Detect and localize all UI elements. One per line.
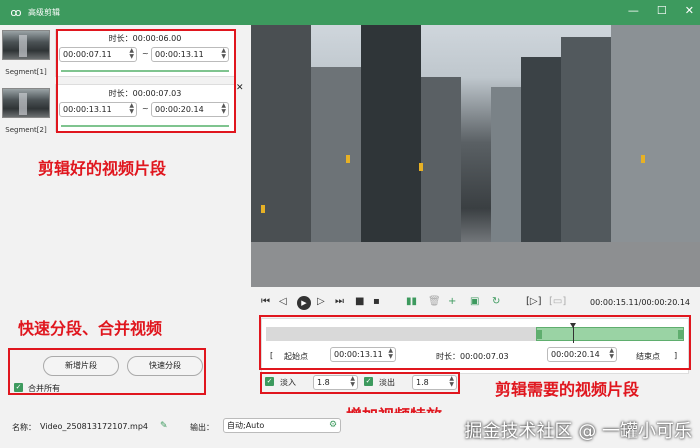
split-icon[interactable]: ▮▮: [406, 296, 417, 307]
play-icon[interactable]: ▶: [297, 296, 311, 310]
close-button[interactable]: ✕: [685, 4, 694, 17]
step-forward-icon[interactable]: ▷: [317, 296, 325, 307]
refresh-icon[interactable]: ↻: [492, 296, 500, 307]
skip-start-icon[interactable]: ⏮: [261, 296, 270, 307]
record-icon[interactable]: ▪: [373, 296, 380, 307]
player-toolbar: ⏮ ◁ ▶ ▷ ⏭ ■ ▪ ▮▮ 🗑 + ▣ ↻ [▷] [▭] 00:00:1…: [251, 292, 700, 314]
minimize-button[interactable]: —: [628, 4, 639, 17]
fade-out-checkbox[interactable]: ✓: [364, 377, 373, 386]
segment-thumbnail[interactable]: [2, 30, 50, 60]
app-logo-icon: ꝏ: [10, 6, 22, 19]
output-path-input[interactable]: 自动;Auto: [223, 418, 341, 433]
output-label: 输出：: [190, 423, 214, 432]
quick-split-button[interactable]: 快速分段: [127, 356, 203, 376]
stop-icon[interactable]: ■: [355, 296, 364, 307]
fade-out-input[interactable]: 1.8 ▲ ▼: [412, 375, 457, 390]
fade-in-input[interactable]: 1.8 ▲ ▼: [313, 375, 358, 390]
annotation-split-merge: 快速分段、合并视频: [18, 319, 163, 338]
annotation-box: [259, 315, 691, 370]
annotation-clips: 剪辑好的视频片段: [38, 159, 167, 178]
segment-close-icon[interactable]: ✕: [236, 83, 244, 93]
settings-gear-icon[interactable]: ⚙: [329, 420, 337, 430]
video-preview[interactable]: [251, 25, 700, 287]
segment-label: Segment[2]: [5, 126, 47, 134]
window-title: 高级剪辑: [28, 8, 60, 17]
segment-thumbnail[interactable]: [2, 88, 50, 118]
step-back-icon[interactable]: ◁: [279, 296, 287, 307]
edit-name-icon[interactable]: ✎: [160, 421, 168, 431]
fade-in-label: 淡入: [280, 378, 296, 387]
annotation-box: [56, 29, 236, 133]
new-segment-button[interactable]: 新增片段: [43, 356, 119, 376]
skip-end-icon[interactable]: ⏭: [335, 296, 344, 307]
delete-icon[interactable]: 🗑: [428, 296, 441, 307]
maximize-button[interactable]: ☐: [657, 4, 667, 17]
title-bar: ꝏ 高级剪辑 — ☐ ✕: [0, 0, 700, 25]
name-label: 名称：: [12, 423, 36, 432]
fade-out-label: 淡出: [379, 378, 395, 387]
name-value: Video_250813172107.mp4: [40, 422, 148, 431]
annotation-need-clip: 剪辑需要的视频片段: [495, 380, 640, 399]
mark-out-icon[interactable]: [▭]: [549, 296, 566, 307]
watermark: 掘金技术社区 @ 一罐小可乐: [464, 421, 692, 442]
mark-in-icon[interactable]: [▷]: [526, 296, 542, 307]
fade-in-checkbox[interactable]: ✓: [265, 377, 274, 386]
merge-all-checkbox[interactable]: ✓: [14, 383, 23, 392]
segment-panel: Segment[1] Segment[2] 时长：00:00:06.00 00:…: [0, 25, 250, 410]
bottom-bar: 名称： Video_250813172107.mp4 ✎ 输出： 自动;Auto…: [0, 413, 700, 448]
timecode: 00:00:15.11/00:00:20.14: [590, 298, 690, 307]
merge-all-label: 合并所有: [28, 384, 60, 393]
segment-label: Segment[1]: [5, 68, 47, 76]
copy-icon[interactable]: ▣: [470, 296, 479, 307]
add-icon[interactable]: +: [448, 296, 456, 307]
